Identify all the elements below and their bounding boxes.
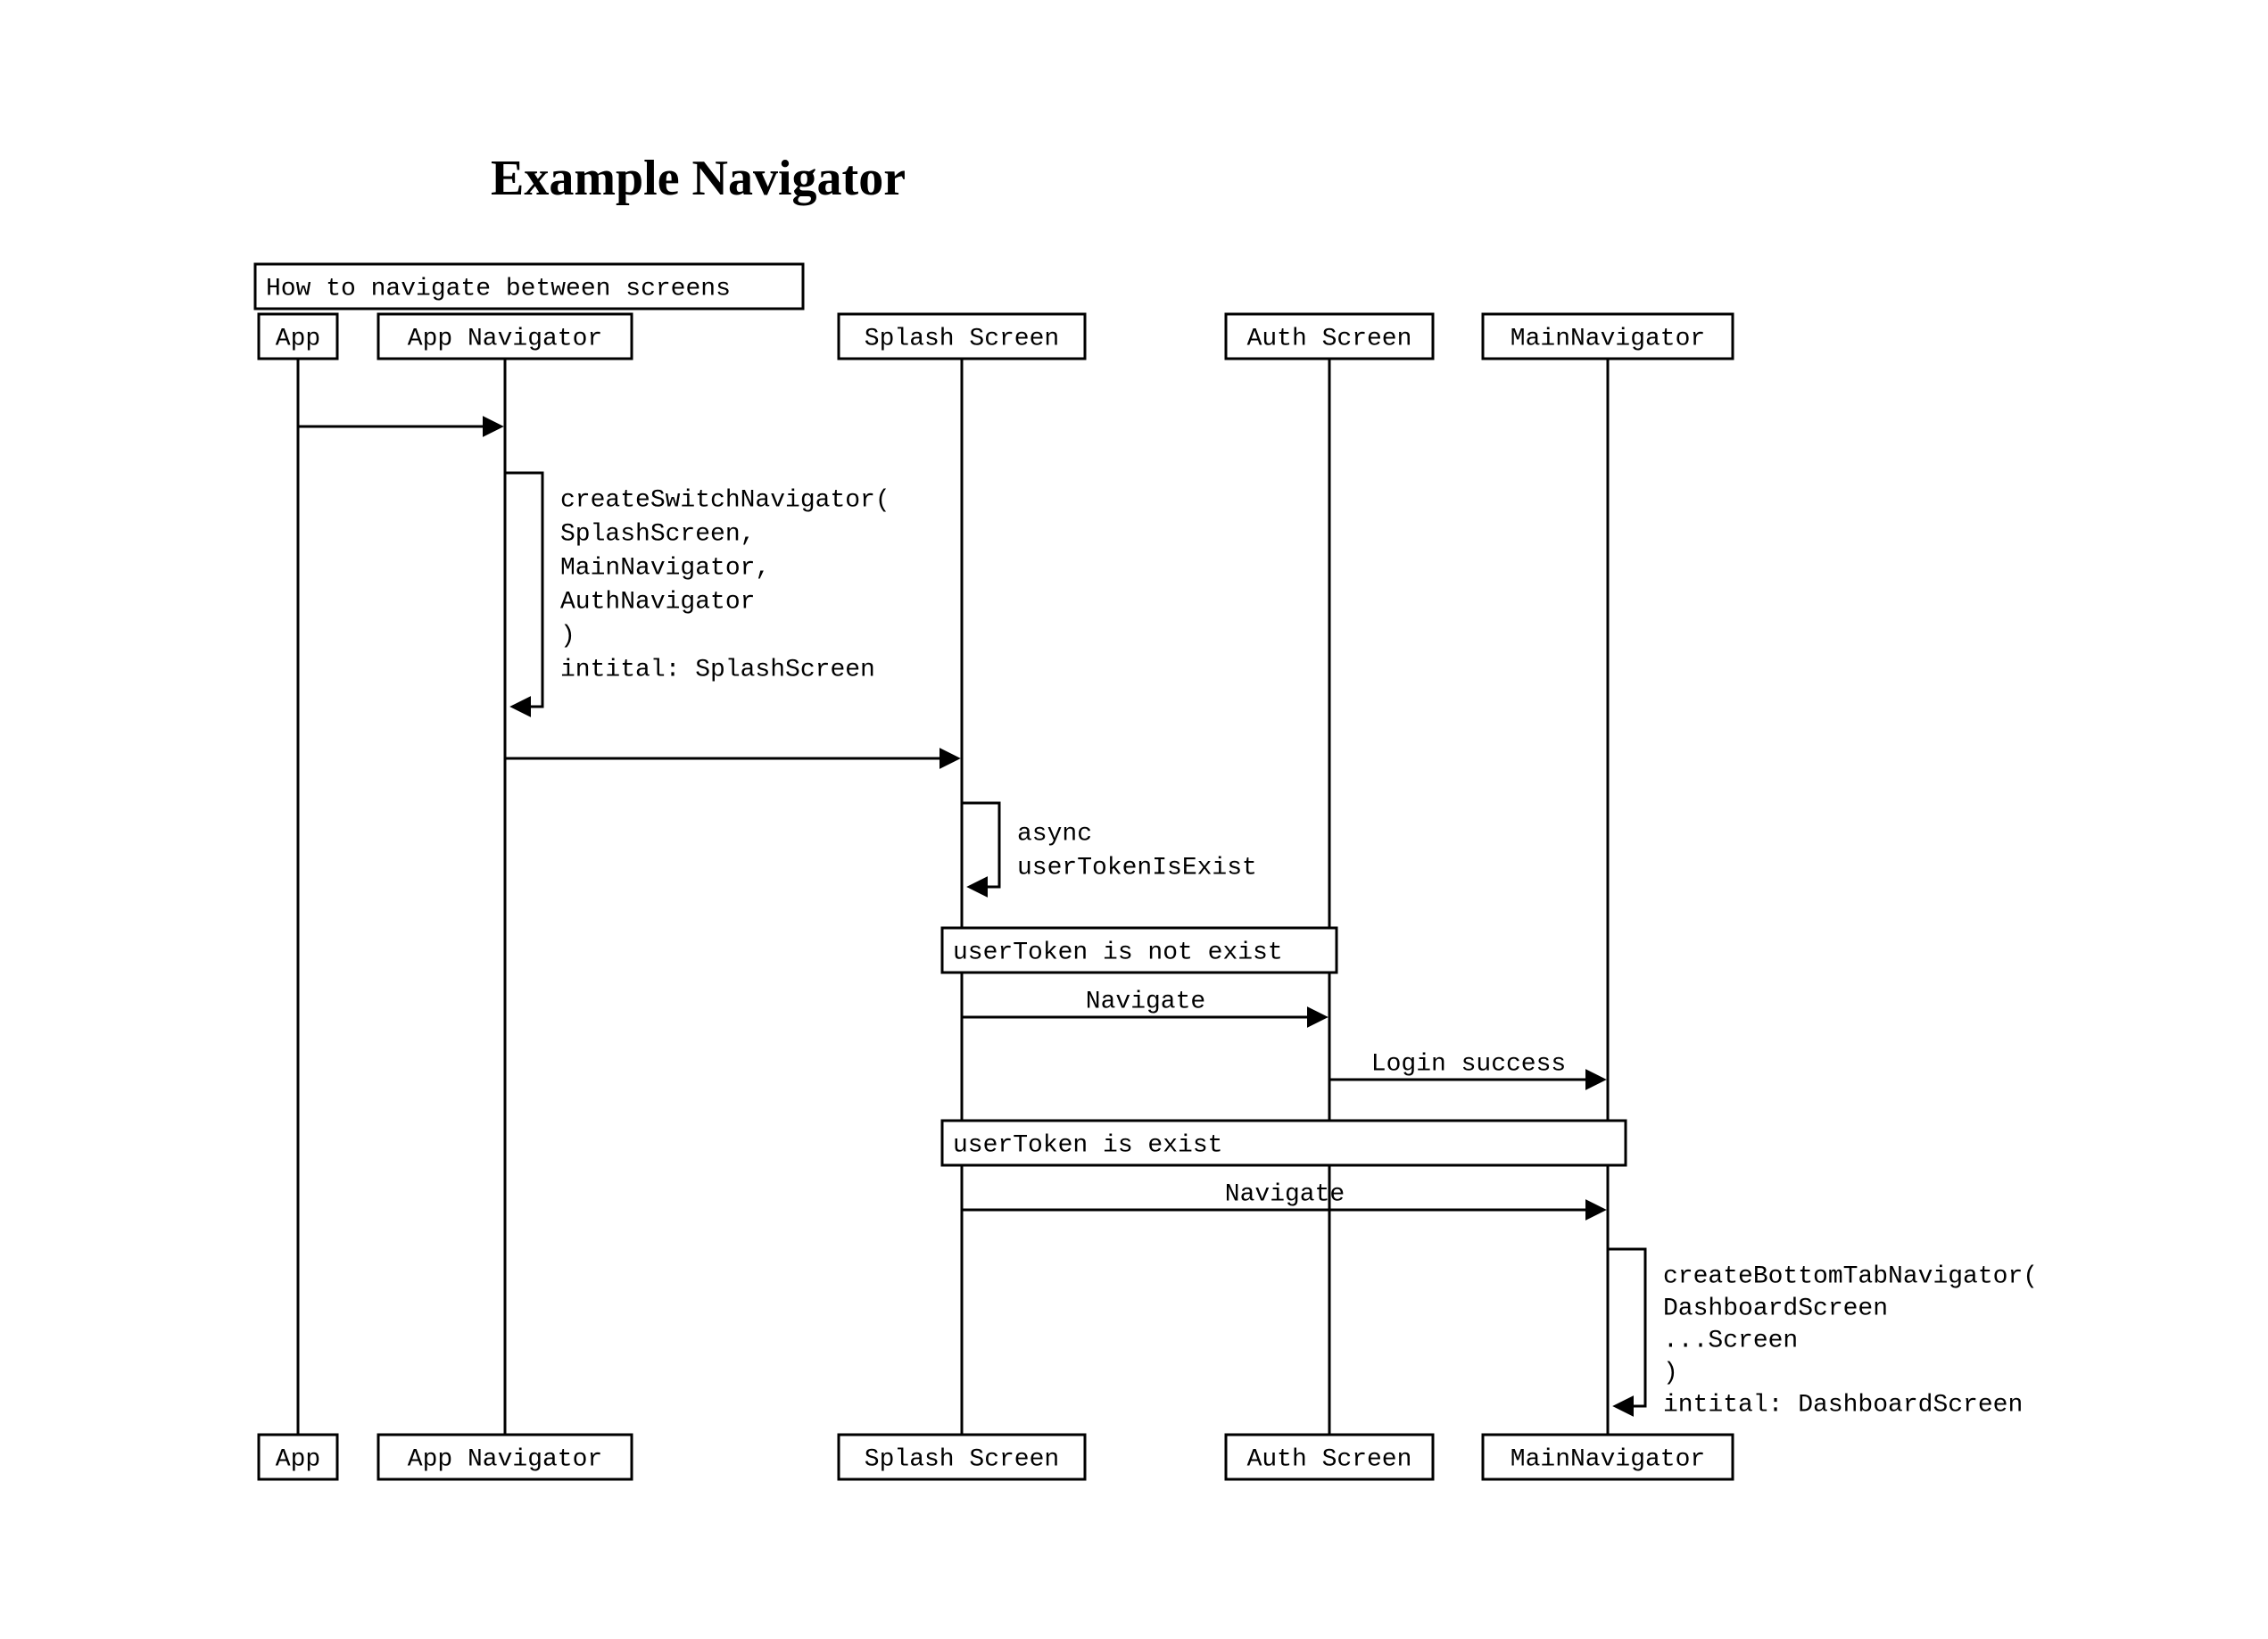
participant-label-auth-bottom: Auth Screen [1247,1445,1412,1473]
note-box: How to navigate between screens [255,264,803,309]
svg-text:MainNavigator,: MainNavigator, [560,554,770,582]
svg-text:userToken is not exist: userToken is not exist [953,939,1283,966]
arrow-login-success: Login success [1329,1050,1602,1080]
svg-text:userToken is exist: userToken is exist [953,1131,1222,1159]
svg-text:async: async [1017,820,1092,848]
sequence-diagram: How to navigate between screens App App Ap… [0,0,2268,1639]
participant-label-splash-bottom: Splash Screen [865,1445,1059,1473]
svg-text:intital: SplashScreen: intital: SplashScreen [560,656,875,683]
participant-label-splash-top: Splash Screen [865,325,1059,352]
arrow-navigate-to-auth: Navigate [962,988,1324,1017]
arrow-navigate-to-main: Navigate [962,1180,1602,1210]
participant-label-appnav-top: App Navigator [408,325,602,352]
svg-text:createSwitchNavigator(: createSwitchNavigator( [560,486,890,514]
participant-label-auth-top: Auth Screen [1247,325,1412,352]
svg-text:Navigate: Navigate [1225,1180,1345,1208]
alt-fragment-exist: userToken is exist [942,1121,1626,1165]
svg-text:AuthNavigator: AuthNavigator [560,588,755,616]
alt-fragment-not-exist: userToken is not exist [942,928,1337,973]
participant-label-mainnav-top: MainNavigator [1511,325,1705,352]
participant-label-mainnav-bottom: MainNavigator [1511,1445,1705,1473]
svg-text:userTokenIsExist: userTokenIsExist [1017,854,1257,882]
svg-text:): ) [560,622,575,650]
self-message-async-check-token: async userTokenIsExist [962,803,1257,887]
svg-text:DashboardScreen: DashboardScreen [1663,1295,1888,1322]
svg-text:Navigate: Navigate [1086,988,1205,1015]
svg-text:): ) [1663,1359,1678,1387]
participant-label-appnav-bottom: App Navigator [408,1445,602,1473]
self-message-create-switch-navigator: createSwitchNavigator( SplashScreen, Mai… [505,473,890,707]
participant-label-app-bottom: App [276,1445,320,1473]
svg-text:SplashScreen,: SplashScreen, [560,520,755,548]
participant-label-app-top: App [276,325,320,352]
svg-text:intital: DashboardScreen: intital: DashboardScreen [1663,1391,2023,1419]
svg-text:...Screen: ...Screen [1663,1327,1798,1354]
svg-text:createBottomTabNavigator(: createBottomTabNavigator( [1663,1262,2038,1290]
svg-text:How to navigate between screen: How to navigate between screens [266,275,731,302]
self-message-create-bottom-tab-navigator: createBottomTabNavigator( DashboardScree… [1608,1249,2038,1419]
svg-text:Login success: Login success [1371,1050,1566,1078]
